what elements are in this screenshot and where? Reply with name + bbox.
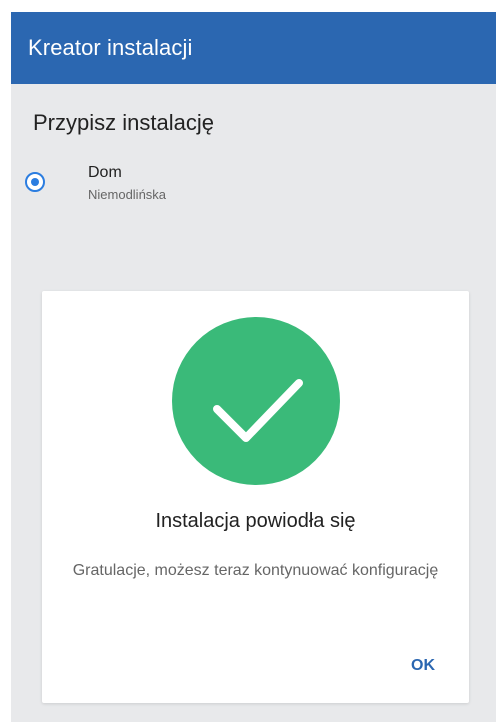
checkmark-icon [172,317,340,485]
dialog-message: Gratulacje, możesz teraz kontynuować kon… [72,562,439,579]
installation-option[interactable]: Dom Niemodlińska [11,162,496,212]
app-screen: Kreator instalacji Przypisz instalację D… [11,12,496,722]
app-bar: Kreator instalacji [11,12,496,84]
radio-button-selected[interactable] [25,172,45,192]
ok-button[interactable]: OK [411,657,435,675]
installation-name: Dom [88,164,122,181]
dialog-title: Instalacja powiodła się [155,510,356,532]
section-title: Przypisz instalację [33,110,214,135]
app-title: Kreator instalacji [28,35,193,60]
installation-address: Niemodlińska [88,187,167,202]
success-dialog: Instalacja powiodła się Gratulacje, może… [42,291,469,703]
radio-dot [31,178,39,186]
